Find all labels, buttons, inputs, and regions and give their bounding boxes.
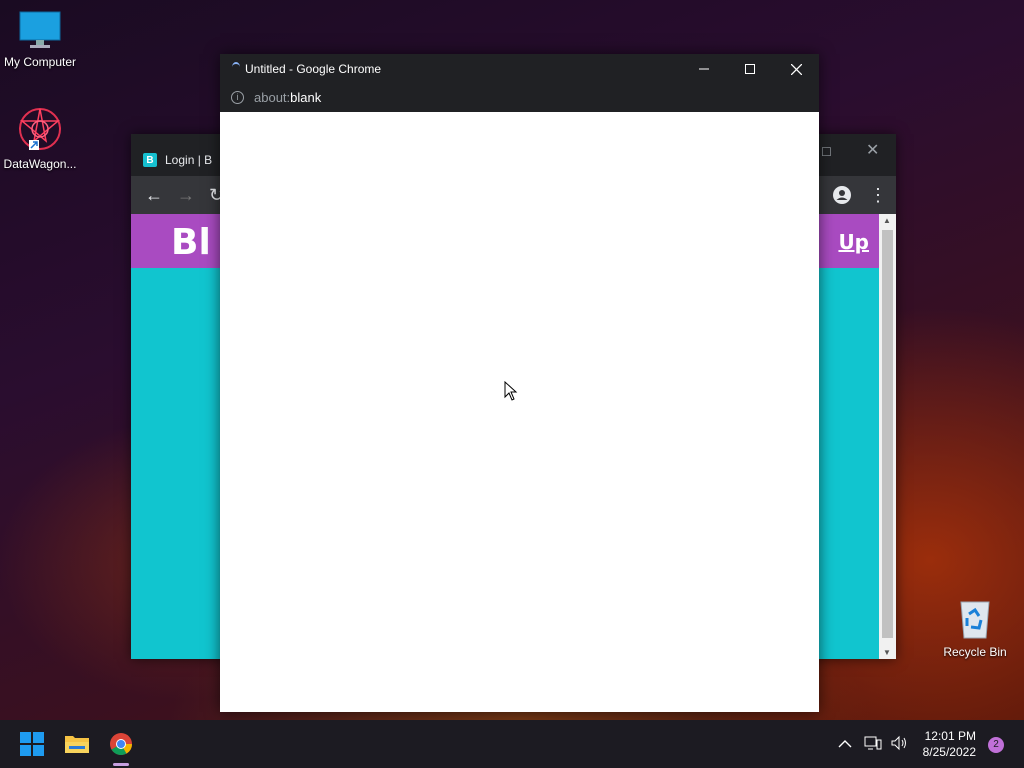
monitor-icon [19, 11, 61, 48]
taskbar: 12:01 PM 8/25/2022 2 [0, 720, 1024, 768]
system-tray [838, 720, 908, 768]
maximize-icon[interactable]: ☐ [821, 143, 832, 161]
title-bar[interactable]: Untitled - Google Chrome [220, 54, 819, 84]
url-path: blank [290, 90, 322, 105]
network-icon[interactable] [864, 735, 882, 754]
loading-spinner-icon [232, 62, 240, 72]
mouse-cursor-icon [504, 381, 518, 401]
window-title: Untitled - Google Chrome [245, 62, 382, 76]
desktop-icon-label: DataWagon... [3, 157, 77, 171]
scroll-down-icon[interactable]: ▼ [883, 648, 891, 657]
clock-date: 8/25/2022 [922, 745, 976, 759]
volume-icon[interactable] [890, 735, 908, 754]
scrollbar-thumb[interactable] [882, 230, 893, 638]
desktop-icon-label: My Computer [3, 55, 77, 69]
site-logo-text[interactable]: Bl [171, 222, 211, 263]
maximize-button[interactable] [727, 54, 773, 84]
chevron-up-icon[interactable] [838, 736, 852, 752]
start-button[interactable] [16, 728, 48, 760]
close-button[interactable] [773, 54, 819, 84]
desktop-icon-label: Recycle Bin [943, 645, 1007, 659]
back-arrow-icon[interactable]: ← [145, 186, 163, 204]
close-icon [790, 63, 802, 75]
menu-kebab-icon[interactable]: ⋮ [869, 186, 887, 204]
chrome-taskbar-button[interactable] [105, 728, 137, 766]
notification-badge[interactable]: 2 [988, 737, 1004, 753]
foreground-browser-window[interactable]: Untitled - Google Chrome i about:blank [220, 54, 819, 712]
minimize-icon [699, 68, 709, 70]
desktop-icon-recycle-bin[interactable]: Recycle Bin [935, 598, 1015, 659]
scroll-up-icon[interactable]: ▲ [883, 216, 891, 225]
desktop-icon-datawagon[interactable]: DataWagon... [0, 106, 80, 171]
file-explorer-button[interactable] [61, 728, 93, 760]
site-info-icon[interactable]: i [231, 91, 244, 104]
minimize-button[interactable] [681, 54, 727, 84]
clock[interactable]: 12:01 PM 8/25/2022 [923, 728, 976, 760]
url-text: about:blank [254, 90, 321, 105]
desktop-icon-my-computer[interactable]: My Computer [0, 10, 80, 69]
site-favicon-icon: B [143, 153, 157, 167]
vertical-scrollbar[interactable]: ▲ ▼ [879, 214, 896, 659]
forward-arrow-icon[interactable]: → [177, 186, 195, 204]
url-scheme: about: [254, 90, 291, 105]
folder-icon [65, 736, 89, 753]
sign-up-link[interactable]: Up [838, 230, 869, 254]
tab-title: Login | B [165, 153, 213, 167]
address-bar[interactable]: i about:blank [220, 84, 819, 112]
close-icon[interactable]: ✕ [866, 142, 879, 160]
recycle-bin-icon [960, 601, 990, 639]
maximize-icon [745, 64, 755, 74]
datawagon-logo-icon [19, 108, 61, 150]
windows-logo-icon [20, 732, 44, 756]
active-indicator [113, 763, 129, 766]
blank-page[interactable] [220, 112, 819, 712]
profile-icon[interactable] [833, 186, 851, 207]
clock-time: 12:01 PM [924, 729, 976, 743]
chrome-icon [110, 733, 132, 755]
